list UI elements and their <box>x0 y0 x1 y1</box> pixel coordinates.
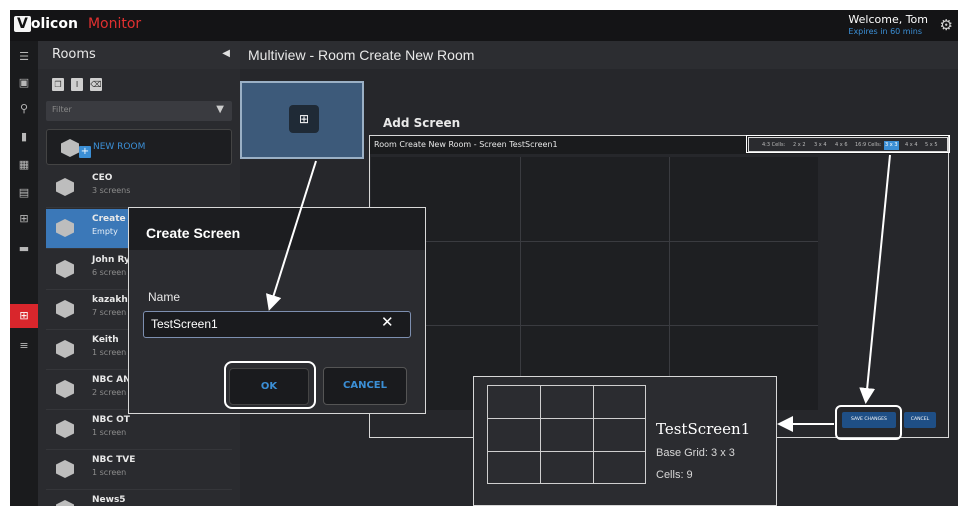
room-item[interactable]: News5 <box>46 490 232 506</box>
save-highlight <box>835 405 902 440</box>
screen-name-input[interactable]: TestScreen1 <box>143 311 411 338</box>
grid-preview <box>487 385 646 484</box>
collapse-icon[interactable]: ◀ <box>222 48 230 59</box>
room-name: News5 <box>92 495 126 505</box>
grid-line <box>371 241 818 242</box>
room-name: NBC AN <box>92 375 131 385</box>
welcome-text: Welcome, Tom <box>848 13 928 26</box>
room-name: kazakhs <box>92 295 134 305</box>
grid-line <box>371 325 818 326</box>
screen-editor-title: Room Create New Room - Screen TestScreen… <box>374 140 558 149</box>
room-screen-count: 7 screen <box>92 308 127 317</box>
cube-icon <box>56 340 74 358</box>
cube-icon <box>56 420 74 438</box>
logo-text: olicon <box>30 16 78 32</box>
room-name: NBC OT <box>92 415 130 425</box>
document-icon[interactable]: ▤ <box>10 181 38 205</box>
cube-icon <box>56 219 74 237</box>
room-name: Create <box>92 214 126 224</box>
grid-line <box>593 386 594 483</box>
summary-screen-name: TestScreen1 <box>656 420 751 438</box>
main-header: Multiview - Room Create New Room <box>240 41 958 69</box>
plus-icon: + <box>79 146 91 158</box>
room-item[interactable]: NBC TVE 1 screen <box>46 450 232 490</box>
funnel-icon[interactable]: ▼ <box>216 104 224 115</box>
multiview-icon[interactable]: ⊞ <box>10 304 38 328</box>
cube-icon <box>56 380 74 398</box>
summary-base-grid: Base Grid: 3 x 3 <box>656 447 735 459</box>
room-name: John Ry <box>92 255 130 265</box>
room-screen-count: 1 screen <box>92 348 127 357</box>
room-screen-count: 1 screen <box>92 428 127 437</box>
gradient-icon[interactable]: ▬ <box>10 237 38 261</box>
user-welcome[interactable]: Welcome, Tom Expires in 60 mins <box>848 14 928 38</box>
icon-rail: ☰ ▣ ⚲ ▮ ▦ ▤ ⊞ ▬ ⊞ ≡ <box>10 41 38 506</box>
cancel-changes-button[interactable]: CANCEL <box>904 412 936 428</box>
session-expiry: Expires in 60 mins <box>848 27 923 36</box>
room-name: NBC TVE <box>92 455 136 465</box>
cube-icon <box>56 260 74 278</box>
rooms-title: Rooms <box>52 47 96 62</box>
room-item[interactable]: CEO 3 screens <box>46 168 232 208</box>
cube-icon <box>56 178 74 196</box>
room-screen-count: 6 screen <box>92 268 127 277</box>
summary-cells: Cells: 9 <box>656 469 693 481</box>
dialog-title: Create Screen <box>146 225 241 241</box>
room-screen-count: Empty <box>92 227 118 236</box>
page-title: Multiview - Room Create New Room <box>248 47 475 63</box>
top-bar: Volicon Monitor Welcome, Tom Expires in 6… <box>10 10 958 41</box>
add-screen-label: Add Screen <box>383 116 461 130</box>
room-screen-count: 2 screen <box>92 388 127 397</box>
rename-icon[interactable]: I <box>71 78 83 91</box>
gear-icon[interactable]: ⚙ <box>940 16 953 34</box>
logo-v: V <box>14 16 31 32</box>
new-room-button[interactable]: + NEW ROOM <box>46 129 232 165</box>
screen-summary-callout: TestScreen1 Base Grid: 3 x 3 Cells: 9 <box>473 376 777 506</box>
grid-line <box>520 157 521 410</box>
new-room-label: NEW ROOM <box>93 142 146 152</box>
add-screen-button[interactable]: ⊞ <box>240 81 364 159</box>
room-item[interactable]: NBC OT 1 screen <box>46 410 232 450</box>
grid-selector-highlight <box>746 135 950 153</box>
cube-icon <box>56 460 74 478</box>
cube-icon <box>56 300 74 318</box>
room-screen-count: 3 screens <box>92 186 131 195</box>
grid-line <box>669 157 670 410</box>
room-name: CEO <box>92 173 113 183</box>
calendar-icon[interactable]: ▦ <box>10 153 38 177</box>
grid-line <box>488 418 645 419</box>
trash-icon[interactable]: ⌫ <box>90 78 102 91</box>
dialog-header: Create Screen <box>129 208 425 250</box>
cube-icon <box>61 139 79 157</box>
monitor-icon[interactable]: ▣ <box>10 71 38 95</box>
cube-icon <box>56 500 74 506</box>
screen-grid-canvas[interactable] <box>371 157 818 410</box>
grid-line <box>488 451 645 452</box>
filter-input[interactable]: Filter ▼ <box>46 101 232 121</box>
rooms-header: Rooms ◀ <box>38 41 240 69</box>
ok-highlight <box>224 361 316 409</box>
cancel-button[interactable]: CANCEL <box>323 367 407 405</box>
clear-icon[interactable]: ✕ <box>381 313 394 331</box>
grid-line <box>540 386 541 483</box>
search-icon[interactable]: ⚲ <box>10 97 38 121</box>
list-icon[interactable]: ≡ <box>10 334 38 358</box>
volicon-logo: Volicon Monitor <box>14 16 141 32</box>
filter-placeholder: Filter <box>52 105 72 114</box>
room-screen-count: 1 screen <box>92 468 127 477</box>
menu-icon[interactable]: ☰ <box>10 45 38 69</box>
copy-icon[interactable]: ❐ <box>52 78 64 91</box>
room-name: Keith <box>92 335 119 345</box>
app-name: Monitor <box>87 16 142 32</box>
layout-icon[interactable]: ⊞ <box>10 207 38 231</box>
add-screen-icon: ⊞ <box>289 105 319 133</box>
bookmark-icon[interactable]: ▮ <box>10 125 38 149</box>
name-label: Name <box>148 290 181 304</box>
